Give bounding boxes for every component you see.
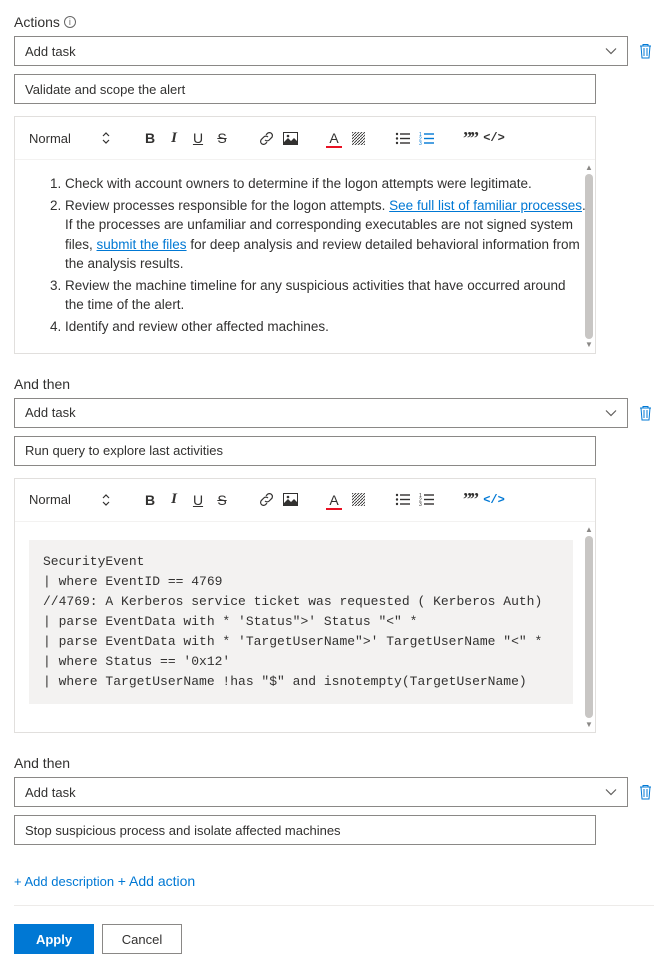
italic-button[interactable]: I (163, 127, 185, 149)
scroll-down-arrow[interactable]: ▼ (585, 720, 593, 728)
font-color-button[interactable]: A (323, 489, 345, 511)
footer: Apply Cancel (14, 924, 654, 954)
chevron-down-icon (605, 786, 617, 798)
select-value: Add task (25, 405, 76, 420)
select-value: Add task (25, 785, 76, 800)
select-value: Add task (25, 44, 76, 59)
editor-content[interactable]: Check with account owners to determine i… (15, 160, 595, 353)
bullet-list-button[interactable] (391, 127, 413, 149)
add-action-button[interactable]: + Add action (118, 873, 195, 889)
task-title-value: Validate and scope the alert (25, 82, 185, 97)
scroll-thumb[interactable] (585, 536, 593, 719)
numbered-list-button[interactable]: 123 (415, 127, 437, 149)
numbered-list-button[interactable]: 123 (415, 489, 437, 511)
and-then-label: And then (14, 376, 654, 392)
editor-toolbar: Normal B I U S A 123 ”” </> (15, 479, 595, 522)
list-item: Review the machine timeline for any susp… (65, 276, 587, 315)
italic-button[interactable]: I (163, 489, 185, 511)
font-color-button[interactable]: A (323, 127, 345, 149)
strike-button[interactable]: S (211, 127, 233, 149)
delete-action-button[interactable] (636, 783, 654, 801)
format-select[interactable]: Normal (29, 489, 89, 511)
cancel-button[interactable]: Cancel (102, 924, 182, 954)
bold-button[interactable]: B (139, 489, 161, 511)
image-button[interactable] (279, 127, 301, 149)
editor-content[interactable]: SecurityEvent | where EventID == 4769 //… (15, 522, 595, 733)
actions-header: Actions i (14, 14, 654, 30)
submit-files-link[interactable]: submit the files (97, 237, 187, 252)
info-icon[interactable]: i (64, 16, 76, 28)
bullet-list-button[interactable] (391, 489, 413, 511)
strike-button[interactable]: S (211, 489, 233, 511)
svg-text:3: 3 (419, 502, 422, 506)
quote-button[interactable]: ”” (459, 127, 481, 149)
scroll-up-arrow[interactable]: ▲ (585, 526, 593, 534)
scroll-thumb[interactable] (585, 174, 593, 339)
scroll-down-arrow[interactable]: ▼ (585, 341, 593, 349)
action-type-select[interactable]: Add task (14, 36, 628, 66)
list-item: Review processes responsible for the log… (65, 196, 587, 274)
scrollbar[interactable]: ▲ ▼ (585, 164, 593, 349)
task-title-input[interactable]: Validate and scope the alert (14, 74, 596, 104)
scrollbar[interactable]: ▲ ▼ (585, 526, 593, 729)
link-button[interactable] (255, 127, 277, 149)
highlight-button[interactable] (347, 489, 369, 511)
task-title-value: Run query to explore last activities (25, 443, 223, 458)
format-updown-icon[interactable] (95, 489, 117, 511)
bold-button[interactable]: B (139, 127, 161, 149)
rich-text-editor: Normal B I U S A 123 ”” </> C (14, 116, 596, 354)
svg-text:3: 3 (419, 141, 422, 145)
chevron-down-icon (605, 45, 617, 57)
highlight-button[interactable] (347, 127, 369, 149)
task-title-input[interactable]: Stop suspicious process and isolate affe… (14, 815, 596, 845)
list-item: Identify and review other affected machi… (65, 317, 587, 337)
task-title-input[interactable]: Run query to explore last activities (14, 436, 596, 466)
image-button[interactable] (279, 489, 301, 511)
familiar-processes-link[interactable]: See full list of familiar processes (389, 198, 582, 213)
editor-toolbar: Normal B I U S A 123 ”” </> (15, 117, 595, 160)
code-button[interactable]: </> (483, 127, 505, 149)
rich-text-editor: Normal B I U S A 123 ”” </> Security (14, 478, 596, 734)
format-updown-icon[interactable] (95, 127, 117, 149)
action-type-select[interactable]: Add task (14, 777, 628, 807)
format-select[interactable]: Normal (29, 127, 89, 149)
code-block: SecurityEvent | where EventID == 4769 //… (29, 540, 573, 705)
scroll-up-arrow[interactable]: ▲ (585, 164, 593, 172)
action-type-select[interactable]: Add task (14, 398, 628, 428)
quote-button[interactable]: ”” (459, 489, 481, 511)
task-title-value: Stop suspicious process and isolate affe… (25, 823, 341, 838)
divider (14, 905, 654, 906)
underline-button[interactable]: U (187, 489, 209, 511)
link-button[interactable] (255, 489, 277, 511)
chevron-down-icon (605, 407, 617, 419)
underline-button[interactable]: U (187, 127, 209, 149)
apply-button[interactable]: Apply (14, 924, 94, 954)
list-item: Check with account owners to determine i… (65, 174, 587, 194)
actions-label: Actions (14, 14, 60, 30)
delete-action-button[interactable] (636, 404, 654, 422)
and-then-label: And then (14, 755, 654, 771)
code-button[interactable]: </> (483, 489, 505, 511)
add-description-button[interactable]: + Add description (14, 874, 114, 889)
delete-action-button[interactable] (636, 42, 654, 60)
